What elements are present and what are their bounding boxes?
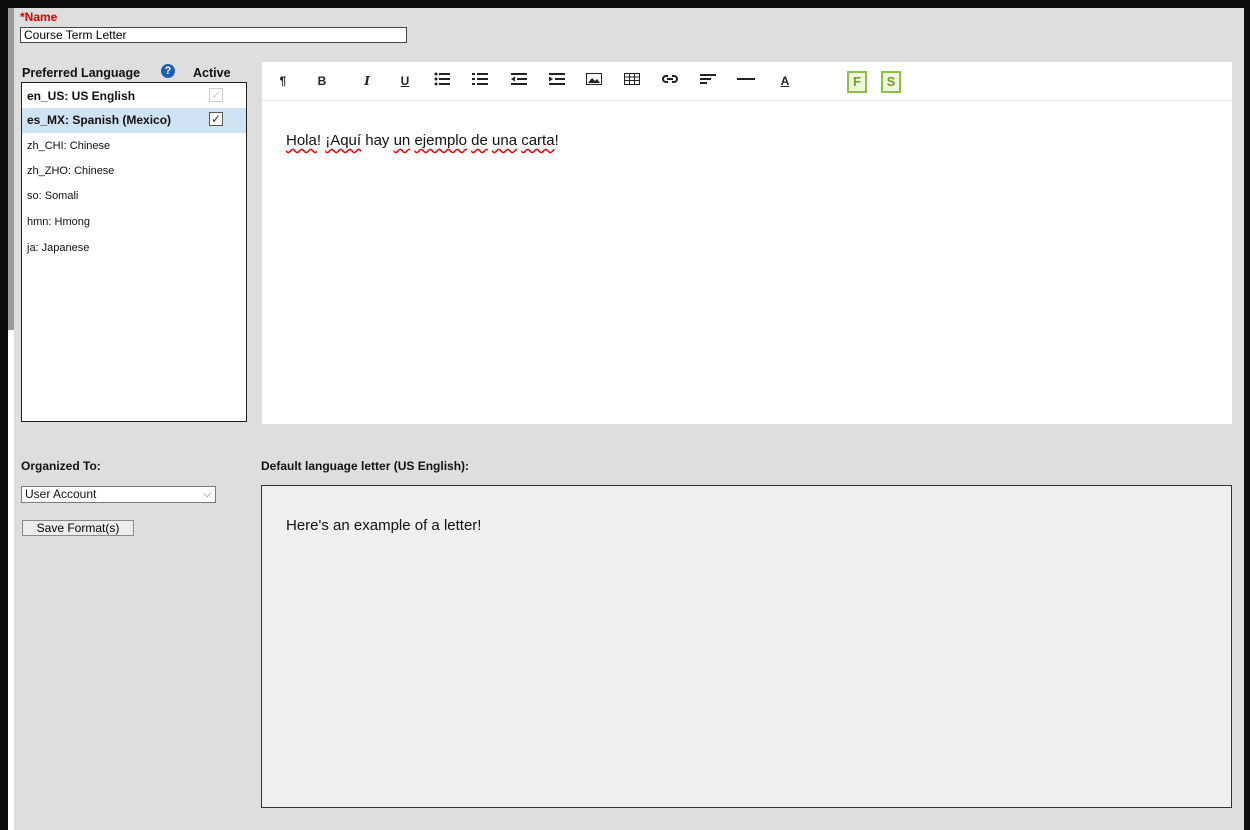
misspelled-word[interactable]: de — [471, 132, 488, 149]
editor-text: ! — [316, 132, 326, 149]
misspelled-word[interactable]: Hola — [286, 132, 317, 149]
preferred-language-header: Preferred Language — [22, 66, 141, 80]
preferred-language-list: en_US: US English ✓ es_MX: Spanish (Mexi… — [21, 82, 247, 422]
bold-icon[interactable]: B — [316, 72, 328, 90]
language-item-en-us[interactable]: en_US: US English ✓ — [22, 84, 246, 109]
window-top-border — [0, 0, 1250, 8]
language-item-zh-zho[interactable]: zh_ZHO: Chinese — [22, 159, 246, 184]
organized-to-label: Organized To: — [21, 459, 101, 473]
text-color-icon[interactable]: A — [779, 72, 791, 90]
link-icon[interactable] — [662, 72, 678, 90]
language-label: en_US: US English — [27, 89, 136, 103]
paragraph-icon[interactable]: ¶ — [278, 72, 288, 90]
rich-text-editor[interactable]: ¶ B I U A F S Hola! ¡Aquí hay un ejemplo… — [262, 62, 1232, 424]
language-item-so[interactable]: so: Somali — [22, 184, 246, 209]
misspelled-word[interactable]: ¡Aquí — [325, 132, 361, 149]
language-item-es-mx[interactable]: es_MX: Spanish (Mexico) ✓ — [22, 108, 246, 133]
bulleted-list-icon[interactable] — [434, 72, 450, 90]
misspelled-word[interactable]: una — [492, 132, 517, 149]
italic-icon[interactable]: I — [362, 72, 372, 90]
numbered-list-icon[interactable] — [472, 72, 488, 90]
field-icon[interactable]: F — [847, 71, 867, 93]
horizontal-rule-icon[interactable] — [737, 72, 755, 90]
language-item-ja[interactable]: ja: Japanese — [22, 236, 246, 261]
table-icon[interactable] — [624, 72, 640, 90]
language-item-hmn[interactable]: hmn: Hmong — [22, 210, 246, 235]
default-letter-text: Here's an example of a letter! — [286, 517, 482, 534]
language-label: so: Somali — [27, 190, 79, 202]
organized-to-value: User Account — [25, 487, 97, 501]
language-item-zh-chi[interactable]: zh_CHI: Chinese — [22, 134, 246, 159]
indent-icon[interactable] — [549, 72, 565, 90]
language-label: hmn: Hmong — [27, 216, 90, 228]
organized-to-select[interactable]: User Account ⌵ — [21, 486, 216, 503]
name-input[interactable] — [20, 27, 407, 43]
window-left-border — [0, 0, 8, 830]
sub-report-icon[interactable]: S — [881, 71, 901, 93]
align-icon[interactable] — [700, 72, 716, 90]
default-letter-preview: Here's an example of a letter! — [261, 485, 1232, 808]
language-label: ja: Japanese — [27, 242, 90, 254]
active-header: Active — [193, 66, 231, 80]
image-icon[interactable] — [586, 72, 602, 90]
save-formats-button[interactable]: Save Format(s) — [22, 520, 134, 536]
default-letter-label: Default language letter (US English): — [261, 459, 470, 473]
misspelled-word[interactable]: ejemplo — [414, 132, 467, 149]
editor-text: hay — [361, 132, 394, 149]
chevron-down-icon: ⌵ — [203, 489, 211, 500]
editor-content[interactable]: Hola! ¡Aquí hay un ejemplo de una carta! — [286, 132, 559, 149]
active-checkbox-es-mx[interactable]: ✓ — [209, 112, 223, 126]
left-scroll-edge — [8, 8, 14, 330]
underline-icon[interactable]: U — [399, 72, 411, 90]
language-label: zh_ZHO: Chinese — [27, 165, 115, 177]
window-right-border — [1244, 0, 1250, 830]
editor-toolbar: ¶ B I U A F S — [262, 62, 1232, 101]
help-icon[interactable]: ? — [161, 64, 175, 78]
active-checkbox-en-us: ✓ — [209, 88, 223, 102]
language-label: zh_CHI: Chinese — [27, 140, 111, 152]
editor-text: ! — [554, 132, 559, 149]
misspelled-word[interactable]: carta — [521, 132, 554, 149]
outdent-icon[interactable] — [511, 72, 527, 90]
language-label: es_MX: Spanish (Mexico) — [27, 113, 172, 127]
name-label: *Name — [20, 10, 58, 24]
misspelled-word[interactable]: un — [394, 132, 411, 149]
